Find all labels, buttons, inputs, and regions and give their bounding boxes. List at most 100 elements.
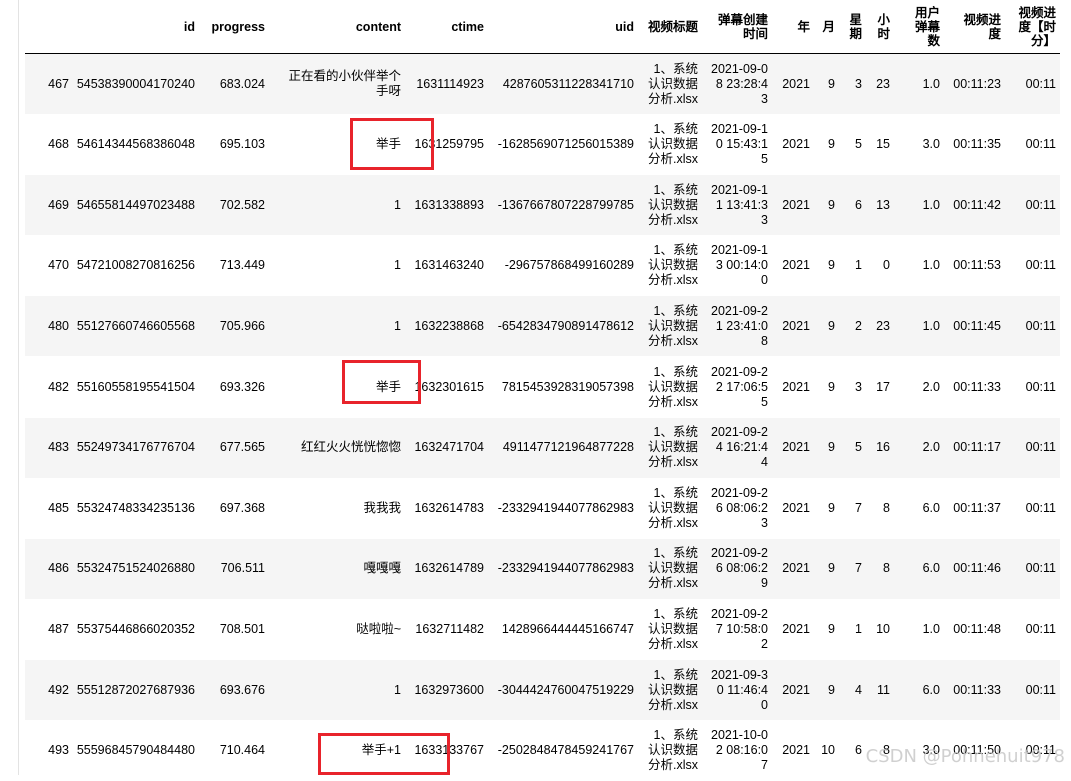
cell-progress: 708.501 [219, 621, 265, 636]
cell-year: 2021 [782, 743, 810, 758]
cell-video-title: 1、系统认识数据分析.xlsx [638, 418, 702, 478]
cell-id: 55324748334235136 [76, 500, 195, 515]
cell-created-time: 2021-09-24 16:21:44 [702, 418, 772, 478]
cell-uid: -2502848478459241767 [497, 743, 634, 758]
cell-index: 487 [48, 621, 69, 636]
cell-created-time-text: 2021-09-30 11:46:40 [711, 667, 768, 712]
cell-id: 55324751524026880 [76, 561, 195, 576]
cell-video-title-text: 1、系统认识数据分析.xlsx [647, 425, 698, 470]
cell-month: 9 [828, 197, 835, 212]
cell-content: 我我我 [269, 478, 405, 538]
cell-video-progress-hm: 00:11 [1025, 137, 1056, 152]
cell-hour: 17 [876, 379, 890, 394]
cell-year: 2021 [782, 682, 810, 697]
cell-user-count: 2.0 [922, 440, 940, 455]
cell-ctime: 1631338893 [414, 197, 484, 212]
cell-id: 54614344568386048 [76, 137, 195, 152]
cell-video-title-text: 1、系统认识数据分析.xlsx [647, 61, 698, 106]
cell-weekday: 4 [855, 682, 862, 697]
cell-month: 9 [828, 682, 835, 697]
cell-weekday: 5 [855, 137, 862, 152]
header-user-count: 用户弹幕数 [914, 5, 940, 48]
cell-progress: 677.565 [219, 440, 265, 455]
cell-hour: 23 [876, 76, 890, 91]
cell-uid: -2332941944077862983 [497, 500, 634, 515]
cell-index: 467 [48, 76, 69, 91]
cell-weekday: 3 [855, 76, 862, 91]
cell-content-text: 1 [394, 682, 401, 697]
cell-video-progress: 00:11:17 [953, 440, 1001, 455]
cell-weekday: 2 [855, 318, 862, 333]
cell-video-title-text: 1、系统认识数据分析.xlsx [647, 667, 698, 712]
cell-progress: 702.582 [219, 197, 265, 212]
cell-year: 2021 [782, 76, 810, 91]
cell-video-title-text: 1、系统认识数据分析.xlsx [647, 364, 698, 409]
cell-uid: -296757868499160289 [504, 258, 634, 273]
table-row: 492 55512872027687936 693.676 1 1632973600 -3… [25, 660, 1060, 720]
table-row: 467 54538390004170240 683.024 正在看的小伙伴举个手呀 16… [25, 54, 1060, 114]
cell-user-count: 6.0 [922, 682, 940, 697]
cell-hour: 16 [876, 440, 890, 455]
cell-progress: 697.368 [219, 500, 265, 515]
cell-index: 469 [48, 197, 69, 212]
cell-created-time: 2021-09-08 23:28:43 [702, 54, 772, 114]
cell-video-title: 1、系统认识数据分析.xlsx [638, 296, 702, 356]
cell-index: 493 [48, 743, 69, 758]
cell-content: 1 [269, 296, 405, 356]
cell-year: 2021 [782, 379, 810, 394]
cell-index: 468 [48, 137, 69, 152]
cell-video-progress-hm: 00:11 [1025, 440, 1056, 455]
cell-hour: 15 [876, 137, 890, 152]
cell-created-time: 2021-09-30 11:46:40 [702, 660, 772, 720]
cell-content: 嘎嘎嘎 [269, 539, 405, 599]
cell-content: 1 [269, 175, 405, 235]
cell-uid: 1428966444445166747 [501, 621, 634, 636]
cell-id: 55249734176776704 [76, 440, 195, 455]
cell-created-time-text: 2021-09-21 23:41:08 [711, 303, 768, 348]
cell-ctime: 1632471704 [414, 440, 484, 455]
cell-weekday: 6 [855, 197, 862, 212]
cell-video-progress: 00:11:33 [953, 682, 1001, 697]
cell-weekday: 1 [855, 258, 862, 273]
cell-year: 2021 [782, 621, 810, 636]
cell-index: 483 [48, 440, 69, 455]
cell-uid: 4911477121964877228 [502, 440, 634, 455]
cell-index: 470 [48, 258, 69, 273]
cell-created-time: 2021-09-26 08:06:29 [702, 539, 772, 599]
cell-progress: 693.676 [219, 682, 265, 697]
cell-created-time-text: 2021-09-22 17:06:55 [711, 364, 768, 409]
cell-weekday: 7 [855, 500, 862, 515]
cell-content-text: 1 [394, 197, 401, 212]
cell-uid: 4287605311228341710 [502, 76, 634, 91]
csdn-watermark: CSDN @Pohnehuit978 [865, 746, 1065, 767]
cell-ctime: 1632711482 [415, 621, 484, 636]
cell-created-time-text: 2021-09-13 00:14:00 [711, 243, 768, 288]
cell-created-time-text: 2021-09-26 08:06:23 [711, 485, 768, 530]
cell-video-progress: 00:11:45 [953, 318, 1001, 333]
cell-ctime: 1632614783 [414, 500, 484, 515]
cell-ctime: 1632614789 [414, 561, 484, 576]
cell-id: 55127660746605568 [76, 318, 195, 333]
cell-uid: -1628569071256015389 [497, 137, 634, 152]
cell-weekday: 3 [855, 379, 862, 394]
cell-created-time: 2021-09-21 23:41:08 [702, 296, 772, 356]
cell-id: 55375446866020352 [76, 621, 195, 636]
header-uid: uid [615, 19, 634, 34]
cell-weekday: 6 [855, 743, 862, 758]
cell-progress: 713.449 [219, 258, 265, 273]
cell-user-count: 6.0 [922, 561, 940, 576]
cell-video-title: 1、系统认识数据分析.xlsx [638, 478, 702, 538]
cell-hour: 0 [883, 258, 890, 273]
cell-index: 482 [48, 379, 69, 394]
cell-id: 54538390004170240 [76, 76, 195, 91]
cell-year: 2021 [782, 197, 810, 212]
cell-year: 2021 [782, 561, 810, 576]
cell-video-progress: 00:11:37 [953, 500, 1001, 515]
table-header: id progress content ctime uid 视频标题 弹幕创建时… [25, 0, 1060, 54]
table-row: 487 55375446866020352 708.501 哒啦啦~ 163271148… [25, 599, 1060, 659]
header-hour: 小时 [877, 12, 890, 41]
cell-month: 9 [828, 500, 835, 515]
cell-video-progress-hm: 00:11 [1025, 682, 1056, 697]
cell-uid: -1367667807228799785 [497, 197, 634, 212]
cell-index: 492 [48, 682, 69, 697]
